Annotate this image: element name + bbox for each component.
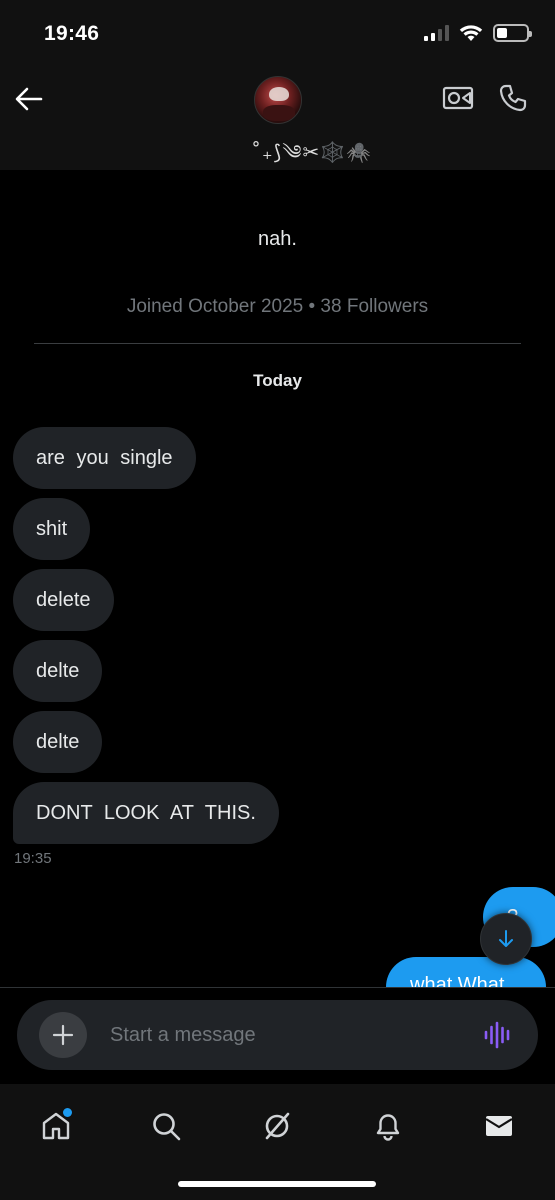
add-attachment-button[interactable] <box>39 1012 87 1058</box>
bottom-tab-bar <box>0 1084 555 1200</box>
message-timestamp: 19:35 <box>14 850 52 867</box>
wifi-icon <box>459 25 483 41</box>
incoming-message[interactable]: delete <box>13 569 114 631</box>
messages-icon <box>485 1116 513 1136</box>
day-label: Today <box>253 371 302 390</box>
back-arrow-icon[interactable] <box>14 86 44 112</box>
display-name[interactable]: ˚₊⟆༄✂︎🕸️🕷️ <box>0 130 555 186</box>
incoming-message[interactable]: are you single <box>13 427 196 489</box>
status-icons <box>424 24 532 42</box>
status-bar: 19:46 <box>0 0 555 70</box>
incoming-message[interactable]: delte <box>13 711 103 773</box>
battery-icon <box>493 24 532 42</box>
home-indicator <box>178 1181 376 1187</box>
voice-message-icon[interactable] <box>483 1020 513 1050</box>
arrow-down-icon <box>499 930 513 947</box>
cellular-signal-icon <box>424 25 449 41</box>
tab-search[interactable] <box>138 1098 194 1154</box>
scroll-to-bottom-button[interactable] <box>480 913 532 965</box>
incoming-message[interactable]: DONT LOOK AT THIS. <box>13 782 279 844</box>
divider <box>34 343 521 344</box>
plus-icon <box>52 1024 74 1046</box>
conversation-header: ˚₊⟆༄✂︎🕸️🕷️ <box>0 70 555 170</box>
avatar[interactable] <box>254 76 302 124</box>
phone-icon[interactable] <box>498 83 528 113</box>
incoming-message[interactable]: shit <box>13 498 91 560</box>
incoming-message[interactable]: delte <box>13 640 103 702</box>
video-camera-icon[interactable] <box>442 85 474 111</box>
tab-grok[interactable] <box>249 1098 305 1154</box>
tab-home[interactable] <box>28 1098 84 1154</box>
tab-notifications[interactable] <box>360 1098 416 1154</box>
search-icon <box>153 1113 181 1141</box>
status-time: 19:46 <box>44 22 100 45</box>
tab-messages[interactable] <box>471 1098 527 1154</box>
grok-icon <box>265 1112 290 1140</box>
notification-dot <box>63 1108 72 1117</box>
message-composer <box>17 1000 538 1070</box>
message-input[interactable] <box>110 1000 450 1070</box>
profile-meta: Joined October 2025 • 38 Followers <box>126 296 429 317</box>
notifications-icon <box>376 1114 400 1141</box>
composer-area <box>0 987 555 1084</box>
profile-bio: nah. <box>258 228 297 250</box>
